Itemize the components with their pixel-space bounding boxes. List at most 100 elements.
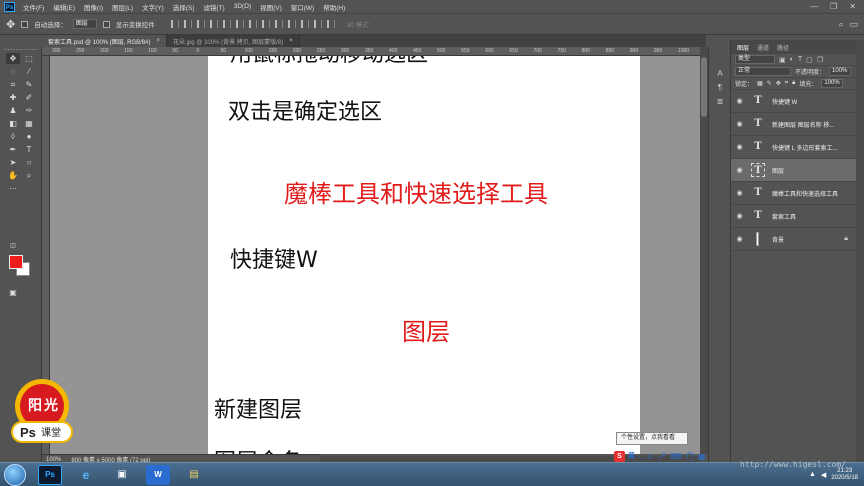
lock-all-icon[interactable]: 🔒︎ (792, 80, 795, 87)
eye-icon[interactable]: ◉ (735, 143, 744, 151)
lasso-tool-icon[interactable]: ◌ (6, 66, 20, 77)
layer-item-selected[interactable]: ◉ T 图层 (731, 159, 856, 182)
taskbar-word-icon[interactable]: W (146, 464, 170, 485)
workspace-icon[interactable]: ▭ (849, 19, 858, 30)
lock-pixels-icon[interactable]: ▦ (757, 80, 763, 87)
brush-tool-icon[interactable]: ✐ (22, 92, 36, 103)
blend-mode-dropdown[interactable]: 正常 (735, 67, 791, 76)
vertical-scrollbar[interactable] (700, 47, 708, 454)
auto-select-dropdown[interactable]: 图层 (72, 19, 97, 29)
shape-filter-icon[interactable]: ▢ (806, 56, 813, 64)
align-vcenter-icon[interactable] (183, 20, 192, 28)
close-button[interactable]: ✕ (849, 2, 856, 11)
hand-tool-icon[interactable]: ✋ (6, 170, 20, 181)
adjust-filter-icon[interactable]: ◐ (790, 56, 794, 64)
layer-item-background[interactable]: ◉ 背景 🔒︎ (731, 228, 856, 251)
menu-layer[interactable]: 图层(L) (112, 2, 133, 12)
emoji-icon[interactable]: ☺ (646, 452, 654, 461)
eye-icon[interactable]: ◉ (735, 212, 744, 220)
screen-mode-icon[interactable]: ▣ (6, 287, 20, 298)
lock-move-icon[interactable]: ✥ (776, 80, 781, 87)
taskbar-ie-icon[interactable]: e (74, 465, 98, 485)
pen-tool-icon[interactable]: ✒ (6, 144, 20, 155)
more-tools-icon[interactable]: ⋯ (6, 183, 20, 194)
properties-panel-icon[interactable]: ≣ (715, 97, 725, 107)
tab-layers[interactable]: 图层 (737, 43, 749, 52)
canvas-area[interactable]: 用鼠标拖动移动选区 双击是确定选区 魔棒工具和快速选择工具 快捷键W 图层 新建… (50, 56, 700, 454)
tray-network-icon[interactable]: ▲ (809, 471, 816, 478)
scroll-thumb[interactable] (701, 57, 707, 117)
menu-3d[interactable]: 3D(D) (234, 3, 251, 10)
move-tool-icon[interactable]: ✥ (6, 18, 15, 31)
layer-item[interactable]: ◉ T 快捷键 L 多边形套索工... (731, 136, 856, 159)
show-transform-checkbox[interactable] (102, 20, 110, 28)
eye-icon[interactable]: ◉ (735, 235, 744, 243)
lock-paint-icon[interactable]: ✎ (767, 80, 772, 87)
quick-mask-icon[interactable]: ◫ (6, 241, 20, 252)
punctuation-icon[interactable]: ·, (638, 452, 643, 461)
ime-language-toggle[interactable]: 英 (628, 451, 635, 461)
document-canvas[interactable]: 用鼠标拖动移动选区 双击是确定选区 魔棒工具和快速选择工具 快捷键W 图层 新建… (208, 56, 640, 454)
auto-align-icon[interactable] (326, 20, 335, 28)
tab-channels[interactable]: 通道 (757, 43, 769, 52)
distribute-left-icon[interactable] (287, 20, 296, 28)
eraser-tool-icon[interactable]: ◧ (6, 118, 20, 129)
menu-type[interactable]: 文字(Y) (142, 2, 164, 12)
fill-field[interactable]: 100% (821, 79, 844, 88)
tab-lasso-psd[interactable]: 套索工具.psd @ 100% (图层, RGB/8#) × (42, 35, 167, 47)
stamp-tool-icon[interactable]: ♟ (6, 105, 20, 116)
toolbar-grip[interactable] (4, 49, 37, 52)
layer-filter-dropdown[interactable]: 类型 (735, 55, 775, 64)
crop-tool-icon[interactable]: ⌗ (6, 79, 20, 90)
eye-icon[interactable]: ◉ (735, 97, 744, 105)
tab-paths[interactable]: 路径 (777, 43, 789, 52)
restore-button[interactable]: ❐ (830, 2, 837, 11)
tab-close-icon[interactable]: × (156, 38, 160, 44)
tray-volume-icon[interactable]: ◀ (821, 471, 826, 479)
search-icon[interactable]: ⌕ (838, 19, 843, 30)
menu-window[interactable]: 窗口(W) (291, 2, 314, 12)
start-button-icon[interactable] (4, 463, 26, 486)
healing-tool-icon[interactable]: ✚ (6, 92, 20, 103)
zoom-tool-icon[interactable]: ⌕ (22, 170, 36, 181)
minimize-button[interactable]: — (810, 2, 818, 11)
type-tool-icon[interactable]: T (22, 144, 36, 155)
clock[interactable]: 21:23 2020/5/18 (831, 468, 858, 482)
microphone-icon[interactable]: 🎤︎ (657, 452, 667, 461)
align-right-icon[interactable] (235, 20, 244, 28)
distribute-top-icon[interactable] (248, 20, 257, 28)
menu-edit[interactable]: 编辑(E) (53, 2, 75, 12)
eye-icon[interactable]: ◉ (735, 166, 744, 174)
layer-item[interactable]: ◉ T 魔棒工具和快速选择工具 (731, 182, 856, 205)
taskbar-photoshop-icon[interactable]: Ps (38, 464, 62, 485)
foreground-color-swatch[interactable] (9, 255, 23, 269)
tab-flower-jpg[interactable]: 花朵.jpg @ 100% (背景 拷贝, 图层蒙版/8) × (166, 35, 300, 47)
character-panel-icon[interactable]: A (715, 69, 725, 79)
taskbar-video-icon[interactable]: ▣ (110, 465, 134, 485)
menu-view[interactable]: 视图(V) (260, 2, 282, 12)
align-hcenter-icon[interactable] (222, 20, 231, 28)
gradient-tool-icon[interactable]: ▦ (22, 118, 36, 129)
taskbar-explorer-icon[interactable]: ▤ (182, 465, 206, 485)
lock-artboard-icon[interactable]: ⌗ (785, 80, 788, 87)
skin-icon[interactable]: 👕︎ (685, 452, 695, 461)
layer-item[interactable]: ◉ T 快捷键 W (731, 90, 856, 113)
marquee-tool-icon[interactable]: ⬚ (22, 53, 36, 64)
menu-filter[interactable]: 滤镜(T) (203, 2, 224, 12)
distribute-hcenter-icon[interactable] (300, 20, 309, 28)
panel-scrollbar[interactable] (856, 40, 864, 467)
smart-filter-icon[interactable]: ❐ (817, 56, 823, 64)
eyedropper-tool-icon[interactable]: ✎ (22, 79, 36, 90)
align-bottom-icon[interactable] (196, 20, 205, 28)
align-left-icon[interactable] (209, 20, 218, 28)
shape-tool-icon[interactable]: ○ (22, 157, 36, 168)
menu-help[interactable]: 帮助(H) (323, 2, 345, 12)
dodge-tool-icon[interactable]: ● (22, 131, 36, 142)
menu-select[interactable]: 选择(S) (173, 2, 195, 12)
type-filter-icon[interactable]: T (798, 56, 802, 64)
paragraph-panel-icon[interactable]: ¶ (715, 83, 725, 93)
pixel-filter-icon[interactable]: ▣ (779, 56, 786, 64)
path-select-tool-icon[interactable]: ➤ (6, 157, 20, 168)
eye-icon[interactable]: ◉ (735, 189, 744, 197)
opacity-field[interactable]: 100% (829, 67, 852, 76)
